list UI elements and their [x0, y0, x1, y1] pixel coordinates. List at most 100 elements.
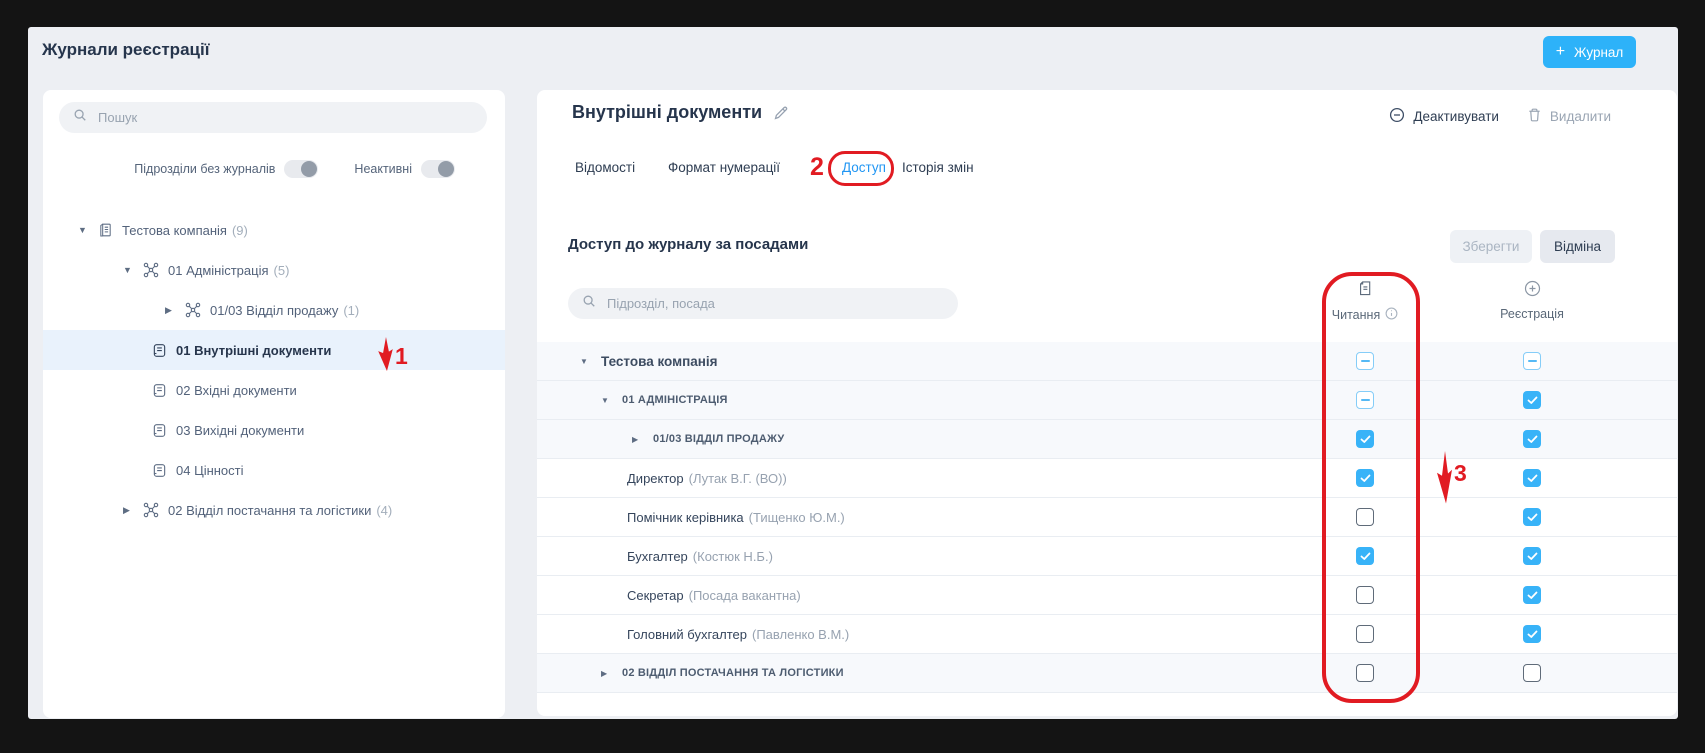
access-row-group[interactable]: ▼01 АДМІНІСТРАЦІЯ: [537, 381, 1677, 420]
checkbox-checked[interactable]: [1356, 430, 1374, 448]
journal-title: Внутрішні документи: [572, 102, 762, 123]
journal-icon: [152, 383, 167, 398]
toggle-knob: [301, 161, 317, 177]
checkbox-checked[interactable]: [1523, 547, 1541, 565]
department-icon: [185, 302, 201, 318]
indeterminate-bar-icon: [1361, 360, 1370, 362]
toggle-switch[interactable]: [284, 160, 318, 178]
info-icon[interactable]: [1385, 307, 1398, 323]
checkbox-unchecked[interactable]: [1523, 664, 1541, 682]
position-search-input[interactable]: [605, 295, 944, 312]
access-row-group[interactable]: ▶ 01/03 ВІДДІЛ ПРОДАЖУ: [537, 420, 1677, 459]
cancel-button[interactable]: Відміна: [1540, 230, 1615, 263]
row-detail: (Павленко В.М.): [752, 627, 849, 642]
checkbox-checked[interactable]: [1523, 391, 1541, 409]
row-label: Помічник керівника: [627, 510, 744, 525]
minus-circle-icon: [1389, 107, 1405, 126]
search-icon: [73, 108, 87, 127]
sidebar-search[interactable]: [59, 102, 487, 133]
tab-idx1[interactable]: Формат нумерації: [668, 160, 780, 175]
delete-button[interactable]: Видалити: [1527, 107, 1611, 126]
journal-icon: [152, 343, 167, 358]
checkbox-indeterminate[interactable]: [1356, 391, 1374, 409]
row-label: Головний бухгалтер: [627, 627, 747, 642]
tree-item[interactable]: ▼ 01 Адміністрація (5): [43, 250, 505, 290]
checkbox-checked[interactable]: [1523, 625, 1541, 643]
chevron-down-icon[interactable]: ▼: [601, 396, 613, 405]
checkbox-indeterminate[interactable]: [1523, 352, 1541, 370]
sidebar-filters: Підрозділи без журналів Неактивні: [43, 160, 505, 178]
chevron-down-icon[interactable]: ▼: [580, 357, 592, 366]
access-table: ▼Тестова компанія▼01 АДМІНІСТРАЦІЯ ▶ 01/03…: [537, 342, 1677, 693]
document-icon: [1357, 280, 1373, 302]
tree-item[interactable]: ▶01/03 Відділ продажу(1): [43, 290, 505, 330]
pencil-icon[interactable]: [773, 105, 789, 121]
tree-item[interactable]: ▶ 02 Відділ постачання та логістики (4): [43, 490, 505, 530]
add-journal-label: Журнал: [1574, 45, 1623, 60]
deactivate-button[interactable]: Деактивувати: [1389, 107, 1499, 126]
access-row-position: Директор(Лутак В.Г. (ВО)): [537, 459, 1677, 498]
checkbox-unchecked[interactable]: [1356, 664, 1374, 682]
chevron-down-icon[interactable]: ▼: [123, 265, 136, 275]
row-detail: (Тищенко Ю.М.): [749, 510, 845, 525]
chevron-down-icon[interactable]: ▼: [78, 225, 91, 235]
checkbox-unchecked[interactable]: [1356, 586, 1374, 604]
checkbox-unchecked[interactable]: [1356, 625, 1374, 643]
checkbox-checked[interactable]: [1523, 430, 1541, 448]
sidebar-filter: Підрозділи без журналів: [134, 160, 318, 178]
tree-item[interactable]: 03 Вихідні документи: [43, 410, 505, 450]
toggle-knob: [438, 161, 454, 177]
position-search[interactable]: [568, 288, 958, 319]
checkbox-checked[interactable]: [1523, 586, 1541, 604]
row-label: Секретар: [627, 588, 684, 603]
access-row-position: Бухгалтер(Костюк Н.Б.): [537, 537, 1677, 576]
row-label: 01/03 ВІДДІЛ ПРОДАЖУ: [653, 433, 784, 445]
sidebar-panel: Підрозділи без журналів Неактивні ▼Тестов…: [43, 90, 505, 718]
column-label: Читання: [1332, 307, 1398, 323]
tree-item-label: 04 Цінності: [176, 463, 244, 478]
checkbox-checked[interactable]: [1523, 469, 1541, 487]
checkbox-checked[interactable]: [1356, 547, 1374, 565]
tab-idx0[interactable]: Відомості: [575, 160, 635, 175]
column-header-reading: Читання: [1315, 280, 1415, 323]
access-row-group[interactable]: ▶ 02 ВІДДІЛ ПОСТАЧАННЯ ТА ЛОГІСТИКИ: [537, 654, 1677, 693]
checkbox-indeterminate[interactable]: [1356, 352, 1374, 370]
sidebar-filter: Неактивні: [354, 160, 455, 178]
tree-item[interactable]: 04 Цінності: [43, 450, 505, 490]
screenshot-frame: Журнали реєстрації + Журнал Підрозділи б…: [0, 0, 1705, 753]
tree-item-label: 02 Відділ постачання та логістики: [168, 503, 371, 518]
save-button[interactable]: Зберегти: [1450, 230, 1532, 263]
checkbox-unchecked[interactable]: [1356, 508, 1374, 526]
tree-item-count: (1): [343, 303, 359, 318]
tree-item[interactable]: 02 Вхідні документи: [43, 370, 505, 410]
tree-item-selected[interactable]: 01 Внутрішні документи: [43, 330, 505, 370]
tree-item-count: (5): [274, 263, 290, 278]
company-icon: [98, 222, 113, 238]
chevron-right-icon[interactable]: ▶: [165, 305, 178, 316]
chevron-right-icon[interactable]: ▶: [632, 435, 644, 444]
chevron-right-icon[interactable]: ▶: [601, 669, 613, 678]
column-label: Реєстрація: [1500, 307, 1564, 321]
action-label: Деактивувати: [1413, 109, 1499, 124]
department-icon: [143, 262, 159, 278]
checkbox-checked[interactable]: [1523, 508, 1541, 526]
journal-actions: Деактивувати Видалити: [1389, 107, 1611, 126]
chevron-right-icon[interactable]: ▶: [123, 505, 136, 516]
tab-access[interactable]: Доступ: [842, 160, 886, 175]
tree-item-label: 01 Адміністрація: [168, 263, 269, 278]
tree-item-count: (4): [376, 503, 392, 518]
access-section-title: Доступ до журналу за посадами: [568, 236, 808, 253]
row-label: 02 ВІДДІЛ ПОСТАЧАННЯ ТА ЛОГІСТИКИ: [622, 667, 844, 679]
column-label-text: Реєстрація: [1500, 307, 1564, 321]
tree-item[interactable]: ▼Тестова компанія(9): [43, 210, 505, 250]
checkbox-checked[interactable]: [1356, 469, 1374, 487]
trash-icon: [1527, 107, 1542, 126]
sidebar-search-input[interactable]: [96, 109, 473, 126]
toggle-switch[interactable]: [421, 160, 455, 178]
tab-idx3[interactable]: Історія змін: [902, 160, 974, 175]
add-journal-button[interactable]: + Журнал: [1543, 36, 1636, 68]
row-detail: (Костюк Н.Б.): [693, 549, 773, 564]
access-row-group[interactable]: ▼Тестова компанія: [537, 342, 1677, 381]
row-label: Директор: [627, 471, 684, 486]
filter-label: Неактивні: [354, 162, 412, 176]
